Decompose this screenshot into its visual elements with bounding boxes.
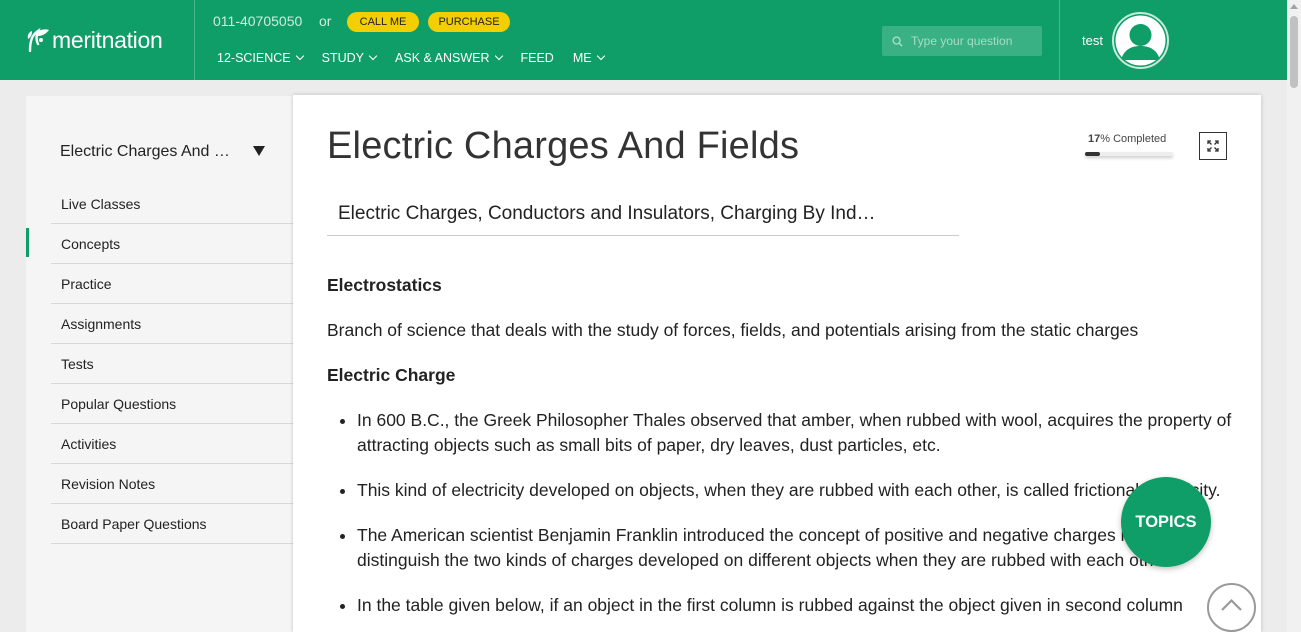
list-item: In 600 B.C., the Greek Philosopher Thale… xyxy=(357,408,1232,458)
top-header: meritnation 011-40705050 or CALL ME PURC… xyxy=(0,0,1287,80)
search-input[interactable] xyxy=(911,34,1041,48)
page-title: Electric Charges And Fields xyxy=(327,125,800,167)
progress-percent: 17 xyxy=(1088,133,1101,145)
call-me-button[interactable]: CALL ME xyxy=(347,12,419,32)
progress-suffix: % Completed xyxy=(1100,133,1167,145)
active-indicator xyxy=(26,228,29,257)
content-card: Electric Charges And Fields 17% Complete… xyxy=(293,95,1261,632)
header-divider xyxy=(1059,0,1060,80)
topics-button[interactable]: TOPICS xyxy=(1121,477,1211,567)
nav-label: FEED xyxy=(520,51,554,65)
bullet-list: In 600 B.C., the Greek Philosopher Thale… xyxy=(327,408,1232,618)
article-content: Electrostatics Branch of science that de… xyxy=(327,273,1232,632)
chevron-down-icon xyxy=(368,51,378,61)
leaf-logo-icon xyxy=(27,27,49,53)
search-icon xyxy=(892,35,903,47)
or-text: or xyxy=(319,13,332,29)
page-scrollbar[interactable] xyxy=(1287,0,1301,632)
logo-text: meritnation xyxy=(52,26,163,53)
scroll-up-arrow-icon[interactable] xyxy=(1290,4,1298,9)
meritnation-logo[interactable]: meritnation xyxy=(26,22,163,58)
chevron-up-icon xyxy=(1221,598,1242,611)
scroll-to-top-button[interactable] xyxy=(1207,583,1256,632)
fullscreen-button[interactable] xyxy=(1199,132,1227,160)
progress-label: 17% Completed xyxy=(1088,133,1166,145)
nav-item-feed[interactable]: FEED xyxy=(521,51,554,65)
nav-item-grade[interactable]: 12-SCIENCE xyxy=(217,51,304,65)
scroll-thumb[interactable] xyxy=(1290,16,1298,88)
list-item: This kind of electricity developed on ob… xyxy=(357,478,1232,503)
user-silhouette-icon xyxy=(1115,15,1166,66)
nav-label: ASK & ANSWER xyxy=(395,51,490,65)
sidebar-item-live-classes[interactable]: Live Classes xyxy=(51,184,294,224)
expand-icon xyxy=(1207,140,1219,152)
sidebar-item-assignments[interactable]: Assignments xyxy=(51,304,294,344)
sidebar-item-revision-notes[interactable]: Revision Notes xyxy=(51,464,294,504)
sidebar-menu: Live Classes Concepts Practice Assignmen… xyxy=(51,184,294,544)
nav-item-ask-answer[interactable]: ASK & ANSWER xyxy=(395,51,503,65)
list-item: In the table given below, if an object i… xyxy=(357,593,1232,618)
topic-dropdown[interactable]: Electric Charges, Conductors and Insulat… xyxy=(327,199,959,236)
list-item: The American scientist Benjamin Franklin… xyxy=(357,523,1232,573)
progress-bar xyxy=(1085,152,1173,156)
dropdown-triangle-icon[interactable] xyxy=(253,146,265,156)
section-heading: Electrostatics xyxy=(327,275,442,295)
paragraph: Branch of science that deals with the st… xyxy=(327,320,1139,340)
sidebar-item-tests[interactable]: Tests xyxy=(51,344,294,384)
search-box xyxy=(882,26,1042,56)
nav-item-study[interactable]: STUDY xyxy=(321,51,378,65)
chapter-dropdown[interactable]: Electric Charges And … xyxy=(60,143,270,161)
sidebar-item-activities[interactable]: Activities xyxy=(51,424,294,464)
username[interactable]: test xyxy=(1082,33,1103,48)
nav-item-me[interactable]: ME xyxy=(572,51,605,65)
main-nav: 12-SCIENCE STUDY ASK & ANSWER FEED ME xyxy=(217,51,623,65)
nav-label: 12-SCIENCE xyxy=(217,51,291,65)
sidebar-item-popular-questions[interactable]: Popular Questions xyxy=(51,384,294,424)
chapter-sidebar: Electric Charges And … Live Classes Conc… xyxy=(26,96,294,632)
avatar[interactable] xyxy=(1112,12,1169,69)
purchase-button[interactable]: PURCHASE xyxy=(428,12,510,32)
section-heading: Electric Charge xyxy=(327,365,456,385)
sidebar-item-board-paper-questions[interactable]: Board Paper Questions xyxy=(51,504,294,544)
sidebar-item-concepts[interactable]: Concepts xyxy=(51,224,294,264)
chevron-down-icon xyxy=(295,51,304,61)
chevron-down-icon xyxy=(596,51,605,61)
progress-fill xyxy=(1085,152,1100,156)
phone-number[interactable]: 011-40705050 xyxy=(213,13,302,29)
nav-label: STUDY xyxy=(321,51,365,65)
chevron-down-icon xyxy=(494,51,503,61)
header-divider xyxy=(194,0,195,80)
sidebar-item-practice[interactable]: Practice xyxy=(51,264,294,304)
nav-label: ME xyxy=(572,51,592,65)
